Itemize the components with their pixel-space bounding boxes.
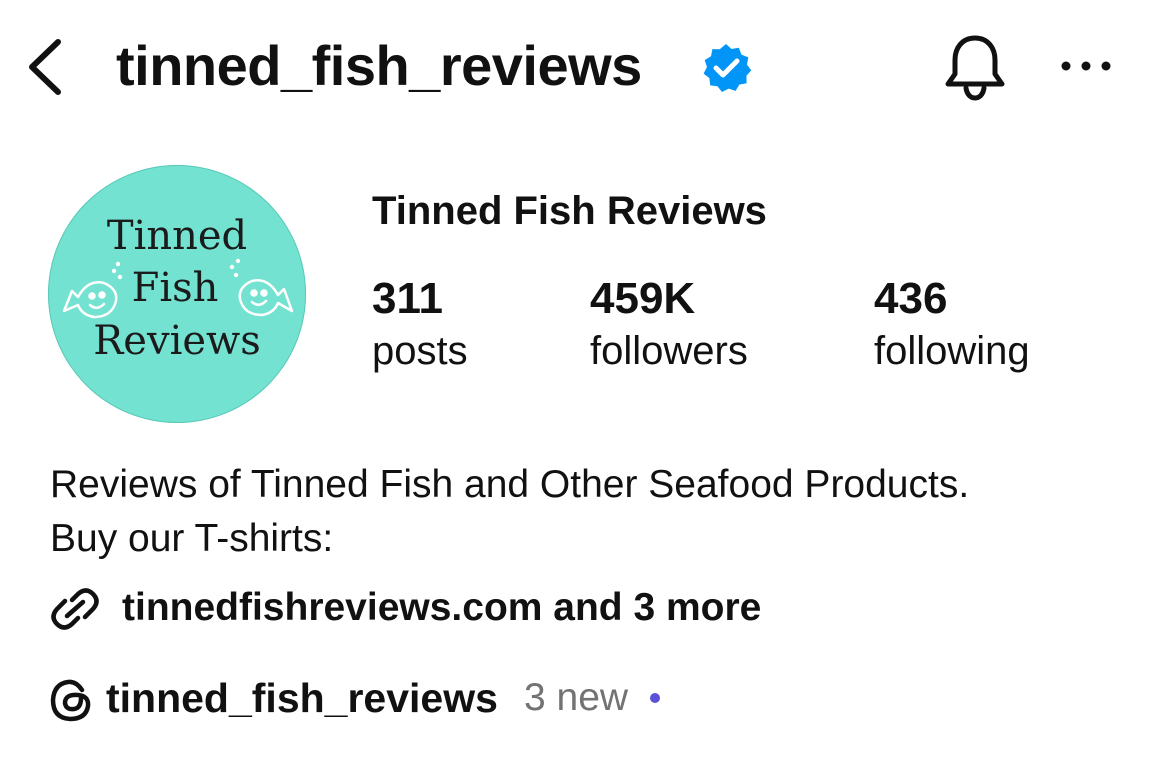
profile-bio: Reviews of Tinned Fish and Other Seafood…	[50, 458, 1150, 566]
bio-link-text[interactable]: tinnedfishreviews.com and 3 more	[122, 580, 761, 636]
profile-display-name: Tinned Fish Reviews	[372, 189, 767, 233]
ellipsis-icon[interactable]	[1058, 56, 1114, 76]
threads-new-count: 3 new	[524, 676, 629, 719]
fish-right-icon	[238, 279, 294, 317]
stat-posts[interactable]: 311 posts	[372, 272, 468, 376]
profile-page: tinned_fish_reviews Tinned Fish Reviews	[0, 0, 1170, 759]
bio-line: Buy our T-shirts:	[50, 517, 334, 560]
link-icon	[51, 588, 99, 630]
bio-line: Reviews of Tinned Fish and Other Seafood…	[50, 463, 970, 506]
logo-line-1: Tinned	[107, 213, 247, 259]
stat-posts-label: posts	[372, 329, 468, 373]
logo-line-3: Reviews	[93, 318, 261, 364]
bubbles-left-icon	[111, 261, 123, 280]
bell-icon[interactable]	[940, 30, 1010, 104]
stat-followers[interactable]: 459K followers	[590, 272, 748, 376]
threads-handle: tinned_fish_reviews	[106, 675, 498, 721]
stat-posts-value: 311	[372, 274, 443, 323]
profile-avatar[interactable]: Tinned Fish Reviews	[48, 165, 306, 423]
threads-icon	[50, 679, 91, 722]
stat-followers-label: followers	[590, 329, 748, 373]
bubbles-right-icon	[229, 258, 241, 278]
fish-left-icon	[62, 281, 118, 319]
new-indicator-dot	[650, 693, 660, 703]
stat-followers-value: 459K	[590, 274, 696, 323]
profile-username: tinned_fish_reviews	[116, 34, 642, 97]
stat-following[interactable]: 436 following	[874, 272, 1030, 376]
stat-following-label: following	[874, 329, 1030, 373]
chevron-left-icon[interactable]	[22, 36, 68, 98]
logo-line-2: Fish	[132, 265, 219, 311]
profile-header: tinned_fish_reviews	[0, 0, 1170, 140]
avatar-logo: Tinned Fish Reviews	[62, 213, 294, 364]
verified-badge-icon	[703, 44, 752, 92]
stat-following-value: 436	[874, 274, 948, 323]
